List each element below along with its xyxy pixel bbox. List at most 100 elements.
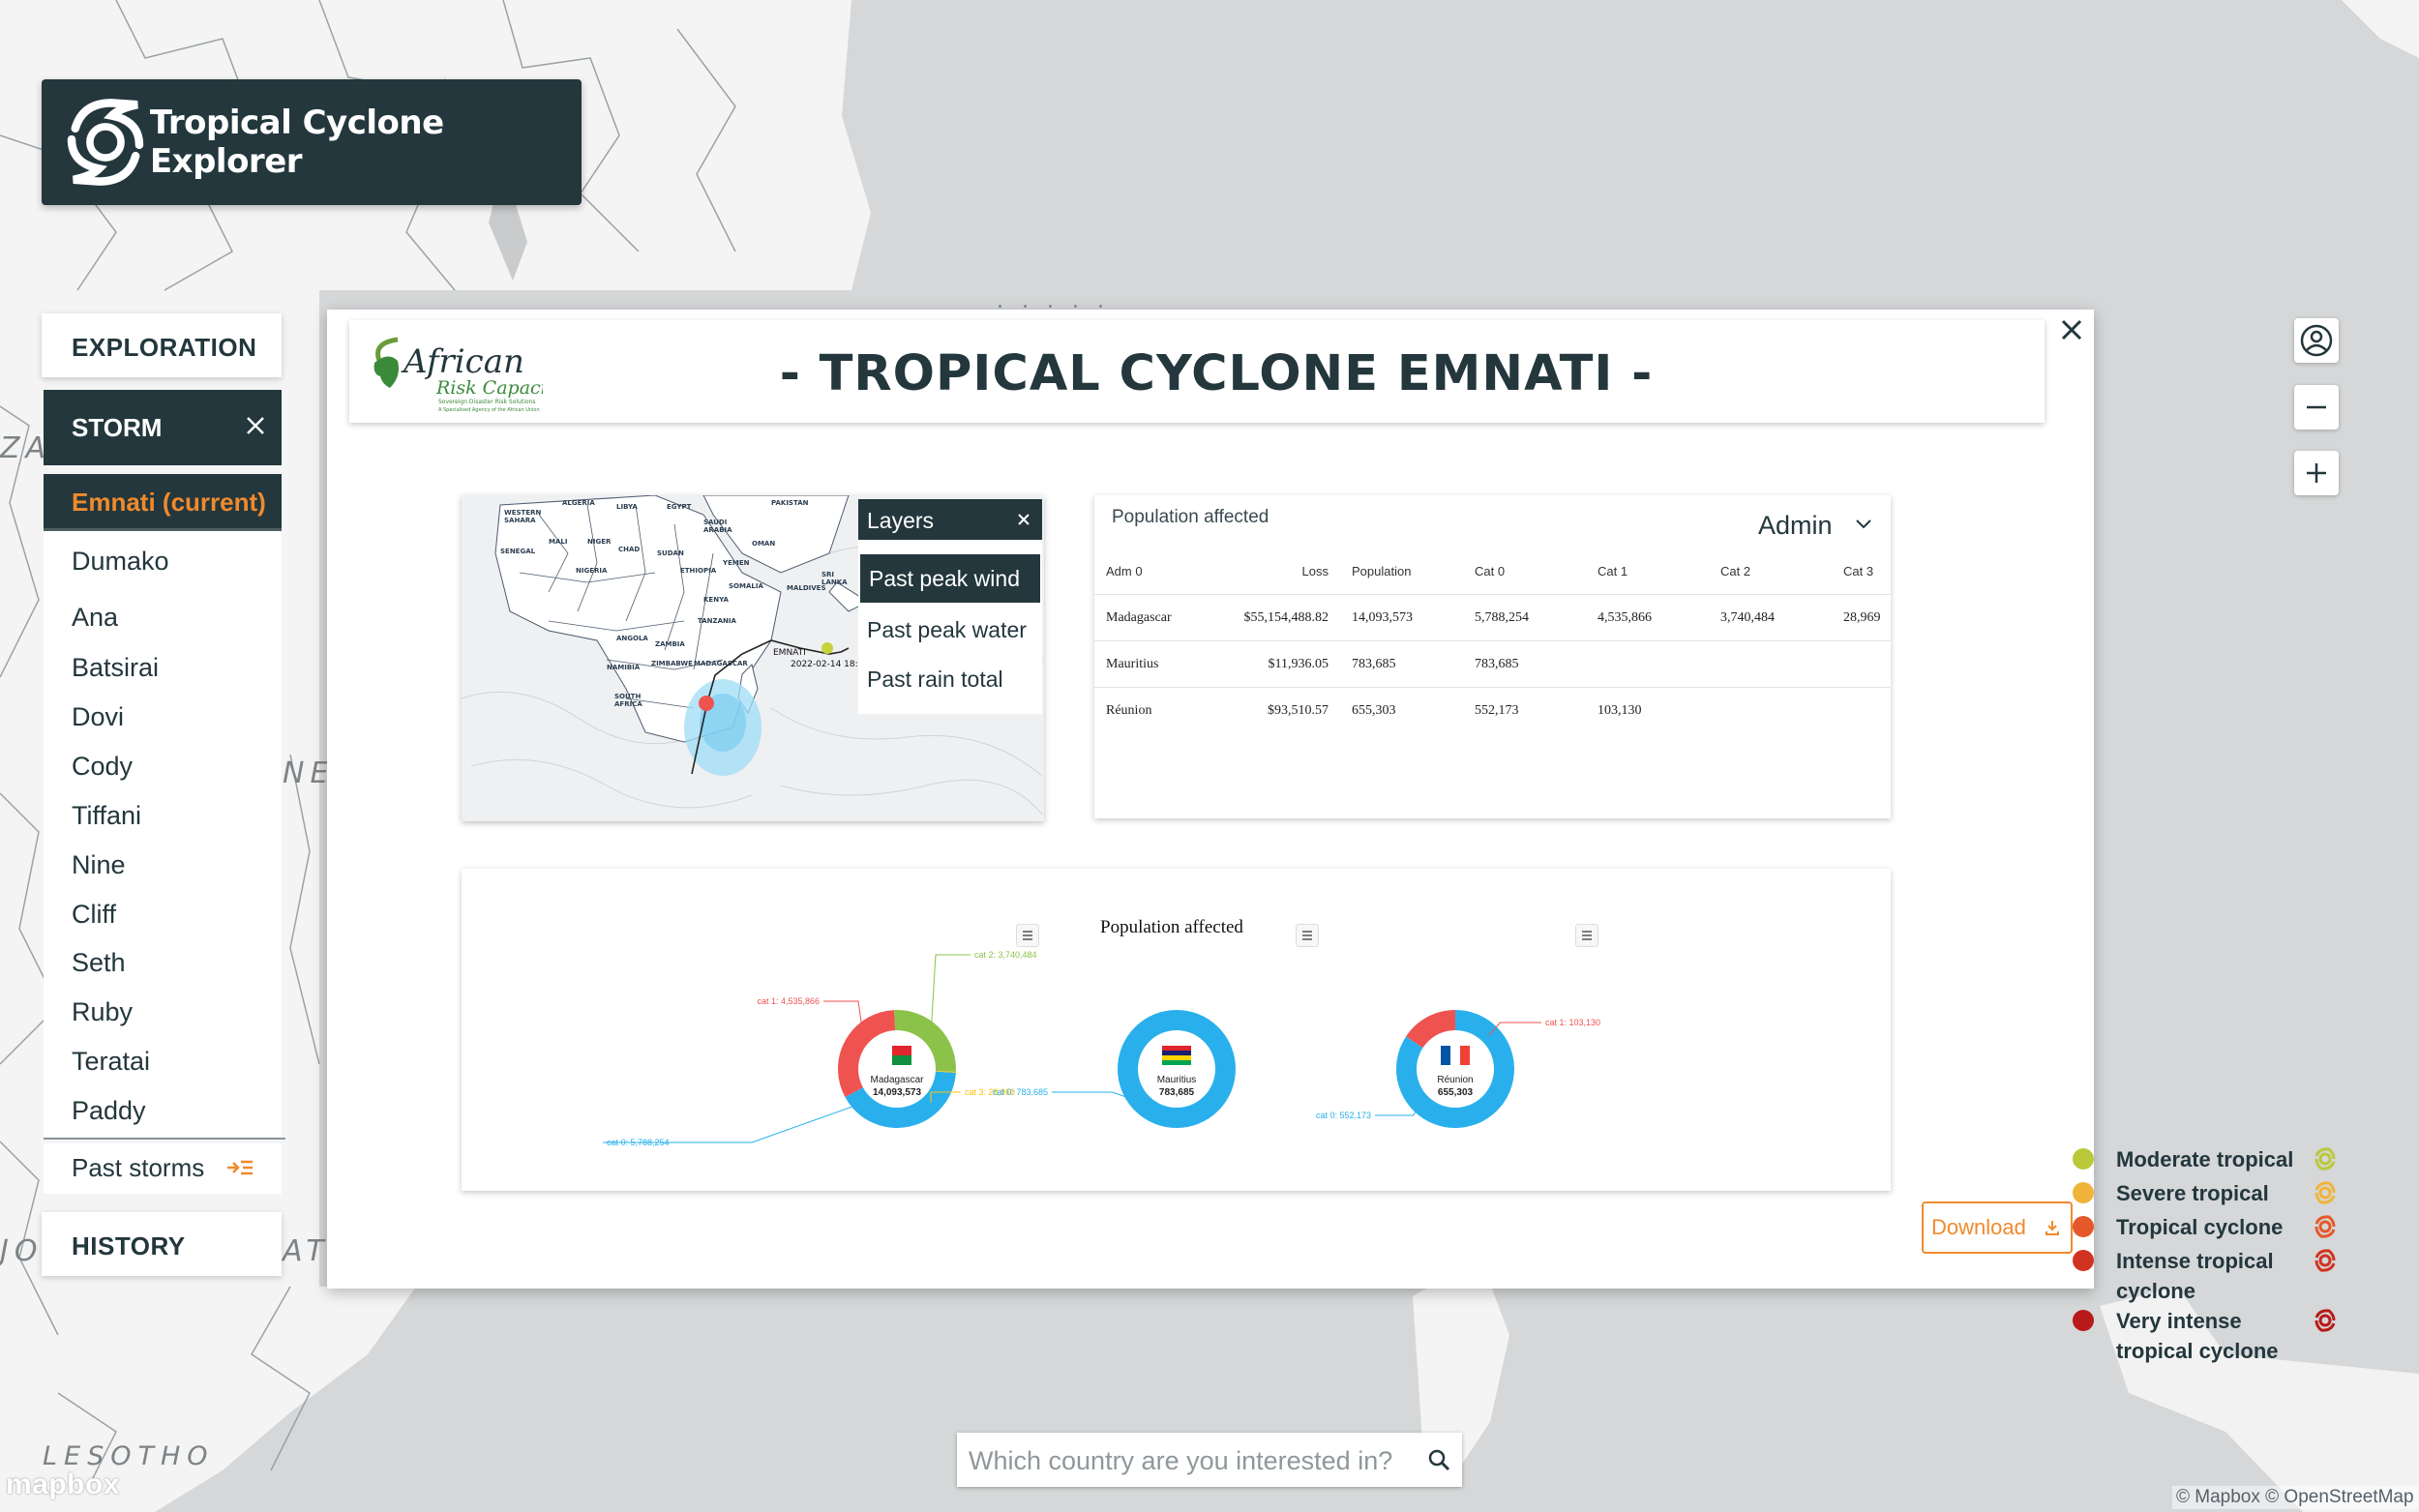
svg-text:EMNATI: EMNATI <box>773 648 806 658</box>
column-header[interactable]: Population <box>1340 548 1463 595</box>
storm-item[interactable]: Tiffani <box>72 801 141 831</box>
layer-option-label: Past rain total <box>867 667 1003 692</box>
column-header[interactable]: Loss <box>1212 548 1340 595</box>
zoom-out-button[interactable] <box>2294 385 2339 430</box>
table-cell: 655,303 <box>1340 687 1463 733</box>
admin-level-select[interactable]: Admin <box>1745 501 1880 544</box>
table-cell <box>1709 687 1832 733</box>
table-cell: 4,535,866 <box>1586 594 1709 641</box>
country-search[interactable] <box>957 1433 1462 1487</box>
flag-madagascar-white <box>882 1046 892 1065</box>
table-row: Mauritius $11,936.05 783,685 783,685 <box>1094 640 1891 688</box>
flag-madagascar-green <box>892 1055 911 1065</box>
legend-label: Very intense tropical cyclone <box>2116 1309 2279 1363</box>
exploration-section[interactable]: EXPLORATION <box>42 313 282 377</box>
table-cell: Mauritius <box>1094 640 1212 688</box>
svg-text:ANGOLA: ANGOLA <box>616 635 648 642</box>
storm-item[interactable]: Dumako <box>72 547 169 577</box>
past-storms-label: Past storms <box>72 1153 205 1182</box>
svg-text:ALGERIA: ALGERIA <box>562 499 595 507</box>
donut-charts: Madagascar 14,093,573 cat 0: 5,788,254 cat … <box>603 950 1600 1147</box>
flag-mauritius-stripe <box>1162 1046 1191 1051</box>
svg-text:LIBYA: LIBYA <box>616 503 638 511</box>
svg-text:SENEGAL: SENEGAL <box>500 548 536 555</box>
slice-connector <box>930 954 971 1036</box>
category-dot-icon <box>2073 1250 2094 1271</box>
legend-label: Tropical cyclone <box>2116 1215 2284 1239</box>
svg-text:TANZANIA: TANZANIA <box>698 617 736 625</box>
storm-item[interactable]: Paddy <box>72 1096 146 1126</box>
svg-text:A Specialised Agency of the Af: A Specialised Agency of the African Unio… <box>438 407 540 413</box>
column-header[interactable]: Cat 1 <box>1586 548 1709 595</box>
slice-label: cat 2: 3,740,484 <box>974 950 1037 960</box>
svg-text:AFRICA: AFRICA <box>614 700 642 708</box>
svg-text:ZAMBIA: ZAMBIA <box>655 640 685 648</box>
column-header[interactable]: Cat 0 <box>1463 548 1586 595</box>
svg-text:SOMALIA: SOMALIA <box>729 582 763 590</box>
storm-item-current[interactable]: Emnati (current) <box>44 474 282 531</box>
svg-text:SAHARA: SAHARA <box>504 517 536 524</box>
column-header[interactable]: Cat 3 <box>1832 548 1891 595</box>
svg-text:2022-02-14 18:0: 2022-02-14 18:0 <box>791 660 864 669</box>
legend-item: Very intense tropical cyclone <box>2116 1306 2310 1366</box>
column-header[interactable]: Adm 0 <box>1094 548 1212 595</box>
legend-label: Severe tropical <box>2116 1181 2269 1205</box>
layers-panel: Layers Past peak wind Past peak water Pa… <box>858 499 1042 714</box>
table-cell <box>1709 640 1832 688</box>
flag-reunion-stripe <box>1441 1046 1450 1065</box>
table-title: Population affected <box>1112 507 1269 527</box>
flag-reunion-stripe <box>1460 1046 1470 1065</box>
past-storms-button[interactable]: Past storms <box>44 1143 282 1194</box>
download-label: Download <box>1931 1215 2026 1239</box>
search-icon[interactable] <box>1427 1448 1450 1471</box>
svg-text:ARABIA: ARABIA <box>703 526 732 534</box>
slice-label: cat 0: 552,173 <box>1316 1111 1371 1120</box>
app-title: Tropical Cyclone Explorer <box>149 104 444 181</box>
table-cell: 28,969 <box>1832 594 1891 641</box>
legend-item: Moderate tropical <box>2116 1144 2310 1174</box>
cyclone-category-icon <box>2314 1181 2336 1204</box>
slice-label: cat 0: 783,685 <box>993 1087 1048 1097</box>
svg-text:MALDIVES: MALDIVES <box>787 584 826 592</box>
slice-label: cat 1: 4,535,866 <box>757 996 820 1006</box>
flag-mauritius-stripe <box>1162 1051 1191 1055</box>
download-button[interactable]: Download <box>1922 1201 2073 1254</box>
zoom-in-button[interactable] <box>2294 451 2339 495</box>
table-cell: 5,788,254 <box>1463 594 1586 641</box>
mapbox-logo[interactable]: mapbox <box>6 1468 120 1501</box>
chevron-down-icon <box>1856 519 1871 529</box>
storm-item[interactable]: Nine <box>72 850 126 880</box>
flag-mauritius-stripe <box>1162 1055 1191 1060</box>
storm-item[interactable]: Seth <box>72 948 126 978</box>
storm-item[interactable]: Cody <box>72 752 133 782</box>
table-header-row: Adm 0 Loss Population Cat 0 Cat 1 Cat 2 … <box>1094 548 1891 595</box>
layer-option[interactable]: Past peak water <box>858 606 1042 654</box>
user-account-button[interactable] <box>2294 318 2339 363</box>
table-cell: 3,740,484 <box>1709 594 1832 641</box>
storm-item[interactable]: Cliff <box>72 900 116 930</box>
svg-text:EGYPT: EGYPT <box>667 503 692 511</box>
close-icon[interactable] <box>2059 317 2084 342</box>
table-cell <box>1586 640 1709 688</box>
table-cell: Madagascar <box>1094 594 1212 641</box>
storm-item[interactable]: Dovi <box>72 702 124 732</box>
close-icon[interactable] <box>245 415 266 436</box>
history-section[interactable]: HISTORY <box>42 1212 282 1276</box>
svg-text:LANKA: LANKA <box>821 578 848 586</box>
storm-item[interactable]: Teratai <box>72 1047 150 1077</box>
storm-title-banner: African Risk Capacity Sovereign Disaster… <box>349 320 2045 423</box>
table-cell: $55,154,488.82 <box>1212 594 1340 641</box>
search-input[interactable] <box>967 1440 1416 1481</box>
storm-item[interactable]: Ana <box>72 603 118 633</box>
map-attribution[interactable]: © Mapbox © OpenStreetMap <box>2172 1486 2418 1509</box>
storm-item[interactable]: Batsirai <box>72 653 159 683</box>
layer-option[interactable]: Past rain total <box>858 655 1042 703</box>
mapbox-logo-text: mapbox <box>6 1468 121 1500</box>
storm-section-header[interactable]: STORM <box>44 390 282 465</box>
layer-option[interactable]: Past peak wind <box>860 554 1040 603</box>
column-header[interactable]: Cat 2 <box>1709 548 1832 595</box>
donut-total-label: 655,303 <box>1438 1087 1474 1098</box>
storm-item[interactable]: Ruby <box>72 997 133 1027</box>
user-circle-icon <box>2300 324 2333 357</box>
close-icon[interactable] <box>1017 513 1030 526</box>
